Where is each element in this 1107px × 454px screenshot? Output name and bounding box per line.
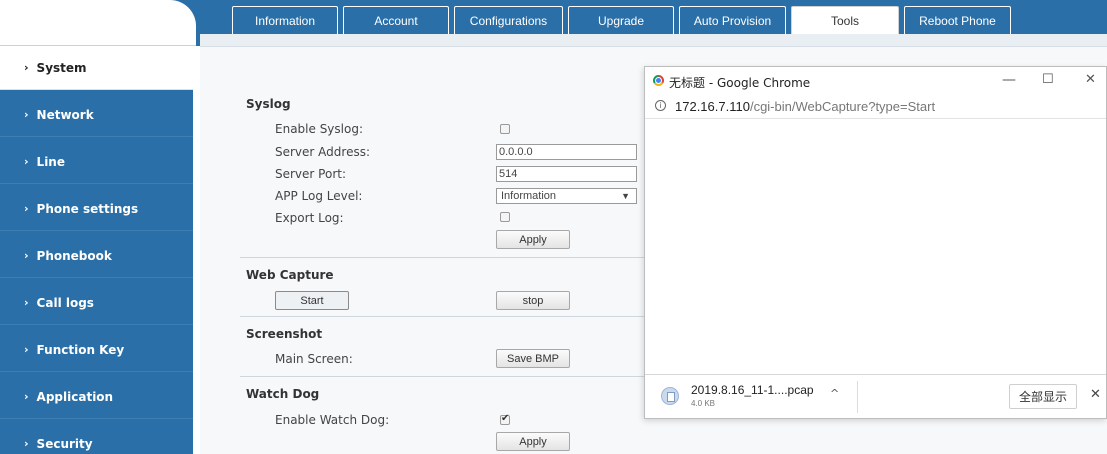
- download-file-name[interactable]: 2019.8.16_11-1....pcap: [691, 383, 814, 397]
- sidebar-item-call-logs[interactable]: › Call logs: [0, 281, 193, 325]
- watch-dog-apply-button[interactable]: Apply: [496, 432, 570, 451]
- tab-reboot-phone[interactable]: Reboot Phone: [904, 6, 1011, 34]
- tab-account[interactable]: Account: [343, 6, 449, 34]
- web-capture-title: Web Capture: [246, 268, 334, 282]
- tab-bar: Information Account Configurations Upgra…: [232, 6, 1011, 34]
- sidebar-item-function-key[interactable]: › Function Key: [0, 328, 193, 372]
- divider: [240, 257, 650, 258]
- watch-dog-title: Watch Dog: [246, 387, 320, 401]
- divider: [857, 381, 858, 413]
- file-icon: [661, 387, 679, 405]
- capture-start-button[interactable]: Start: [275, 291, 349, 310]
- server-port-input[interactable]: 514: [496, 166, 637, 182]
- sidebar: › System › Network › Line › Phone settings ›…: [0, 46, 193, 454]
- url-path: /cgi-bin/WebCapture?type=Start: [749, 99, 936, 114]
- sidebar-item-line[interactable]: › Line: [0, 140, 193, 184]
- sidebar-item-label: System: [36, 60, 87, 75]
- tab-upgrade[interactable]: Upgrade: [568, 6, 674, 34]
- sidebar-item-application[interactable]: › Application: [0, 375, 193, 419]
- screenshot-title: Screenshot: [246, 327, 323, 341]
- chrome-window-title: 无标题 - Google Chrome: [669, 76, 811, 90]
- tab-auto-provision[interactable]: Auto Provision: [679, 6, 786, 34]
- sidebar-item-security[interactable]: › Security: [0, 422, 193, 454]
- sidebar-item-label: Security: [36, 436, 93, 451]
- syslog-apply-button[interactable]: Apply: [496, 230, 570, 249]
- enable-watch-dog-label: Enable Watch Dog:: [275, 413, 390, 427]
- chevron-right-icon: ›: [24, 61, 29, 74]
- minimize-icon[interactable]: —: [1002, 72, 1016, 88]
- server-port-label: Server Port:: [275, 167, 346, 181]
- export-log-label: Export Log:: [275, 211, 344, 225]
- chevron-right-icon: ›: [24, 437, 29, 450]
- chevron-right-icon: ›: [24, 108, 29, 121]
- divider: [240, 376, 650, 377]
- chrome-title-bar: 无标题 - Google Chrome — ☐ ✕: [645, 67, 1106, 95]
- save-bmp-button[interactable]: Save BMP: [496, 349, 570, 368]
- sidebar-item-phone-settings[interactable]: › Phone settings: [0, 187, 193, 231]
- main-screen-label: Main Screen:: [275, 352, 353, 366]
- info-icon[interactable]: i: [655, 100, 666, 111]
- chevron-right-icon: ›: [24, 296, 29, 309]
- sidebar-item-label: Application: [36, 389, 114, 404]
- server-address-label: Server Address:: [275, 145, 370, 159]
- export-log-checkbox[interactable]: [500, 212, 510, 222]
- chevron-right-icon: ›: [24, 249, 29, 262]
- sidebar-item-label: Function Key: [36, 342, 125, 357]
- enable-syslog-label: Enable Syslog:: [275, 122, 363, 136]
- sidebar-item-network[interactable]: › Network: [0, 93, 193, 137]
- chevron-right-icon: ›: [24, 390, 29, 403]
- app-log-level-select[interactable]: Information ▼: [496, 188, 637, 204]
- dropdown-arrow-icon: ▼: [621, 191, 630, 201]
- enable-watch-dog-checkbox[interactable]: [500, 413, 510, 425]
- url-text[interactable]: 172.16.7.110/cgi-bin/WebCapture?type=Sta…: [675, 99, 935, 114]
- sidebar-item-label: Phone settings: [36, 201, 139, 216]
- chrome-popup-window: 无标题 - Google Chrome — ☐ ✕ i 172.16.7.110…: [644, 66, 1107, 419]
- close-icon[interactable]: ✕: [1085, 72, 1096, 87]
- chevron-right-icon: ›: [24, 202, 29, 215]
- chevron-right-icon: ›: [24, 343, 29, 356]
- enable-syslog-checkbox[interactable]: [500, 124, 510, 134]
- sidebar-item-label: Line: [36, 154, 65, 169]
- tab-configurations[interactable]: Configurations: [454, 6, 563, 34]
- download-shelf: 2019.8.16_11-1....pcap 4.0 KB ^ 全部显示 ✕: [645, 374, 1106, 418]
- server-address-input[interactable]: 0.0.0.0: [496, 144, 637, 160]
- close-icon[interactable]: ✕: [1090, 387, 1101, 402]
- sidebar-item-system[interactable]: › System: [0, 46, 193, 90]
- divider: [240, 316, 650, 317]
- sidebar-item-label: Call logs: [36, 295, 94, 310]
- sidebar-item-label: Network: [36, 107, 94, 122]
- address-bar[interactable]: i 172.16.7.110/cgi-bin/WebCapture?type=S…: [645, 95, 1106, 119]
- sidebar-item-label: Phonebook: [36, 248, 112, 263]
- download-file-size: 4.0 KB: [691, 399, 716, 408]
- maximize-icon[interactable]: ☐: [1042, 72, 1054, 87]
- capture-stop-button[interactable]: stop: [496, 291, 570, 310]
- show-all-button[interactable]: 全部显示: [1009, 384, 1077, 409]
- sidebar-item-phonebook[interactable]: › Phonebook: [0, 234, 193, 278]
- chevron-right-icon: ›: [24, 155, 29, 168]
- url-host: 172.16.7.110: [675, 99, 750, 114]
- tab-tools[interactable]: Tools: [791, 6, 899, 34]
- logo-area: [0, 0, 196, 46]
- chrome-logo-icon: [653, 75, 664, 86]
- app-log-level-label: APP Log Level:: [275, 189, 363, 203]
- chevron-up-icon[interactable]: ^: [830, 387, 839, 400]
- content-header-strip: [200, 34, 1107, 47]
- tab-information[interactable]: Information: [232, 6, 338, 34]
- app-log-level-value: Information: [501, 190, 557, 202]
- syslog-title: Syslog: [246, 97, 291, 111]
